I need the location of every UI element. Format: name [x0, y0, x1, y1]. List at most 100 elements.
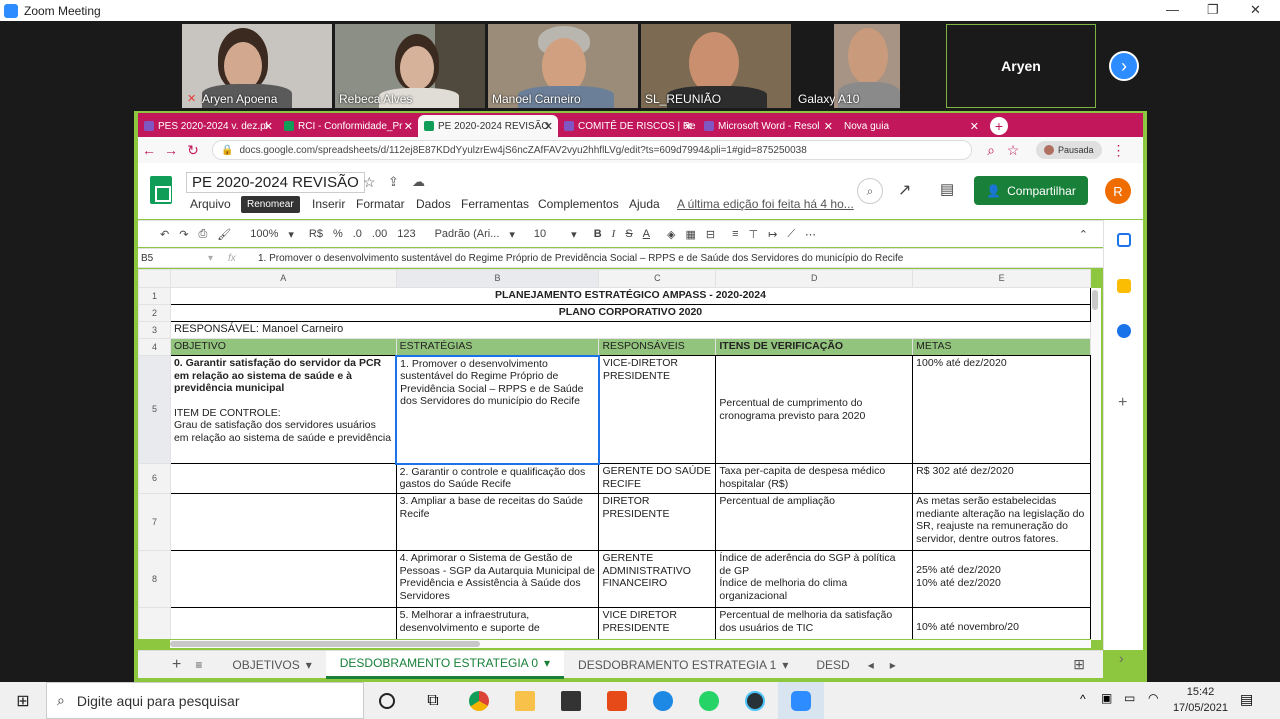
- zoom-taskbar-button[interactable]: [778, 682, 824, 719]
- close-tab-icon[interactable]: ✕: [404, 120, 413, 133]
- document-title[interactable]: PE 2020-2024 REVISÃO: [186, 172, 365, 193]
- cell[interactable]: [169, 550, 397, 608]
- percent-button[interactable]: %: [333, 228, 343, 240]
- cell[interactable]: VICE-DIRETOR PRESIDENTE: [598, 355, 717, 464]
- valign-top-icon[interactable]: ⊤: [749, 228, 759, 241]
- column-header[interactable]: B: [395, 269, 600, 288]
- sheet-tab[interactable]: DESDOBRAMENTO ESTRATEGIA 1 ▾: [564, 651, 802, 679]
- more-options-icon[interactable]: ⋯: [805, 228, 816, 241]
- user-avatar[interactable]: R: [1105, 178, 1131, 204]
- fill-color-icon[interactable]: ◈: [667, 228, 675, 241]
- plan-title-cell[interactable]: PLANO CORPORATIVO 2020: [169, 304, 1091, 322]
- close-tab-icon[interactable]: ✕: [684, 120, 693, 133]
- explore-icon[interactable]: ⊞: [1073, 656, 1085, 673]
- row-header[interactable]: 8: [138, 550, 171, 608]
- comments-icon[interactable]: ▤: [940, 180, 954, 198]
- task-view-button[interactable]: ⧉: [410, 682, 456, 719]
- add-addon-icon[interactable]: +: [1118, 394, 1127, 412]
- menu-ajuda[interactable]: Ajuda: [629, 197, 660, 211]
- row-header[interactable]: 7: [138, 493, 171, 551]
- cell[interactable]: 2. Garantir o controle e qualificação do…: [395, 463, 600, 494]
- menu-arquivo[interactable]: Arquivo: [190, 197, 231, 211]
- strikethrough-icon[interactable]: S: [625, 228, 632, 240]
- close-button[interactable]: ✕: [1250, 2, 1261, 18]
- menu-complementos[interactable]: Complementos: [538, 197, 619, 211]
- header-cell[interactable]: ESTRATÉGIAS: [395, 338, 600, 356]
- header-cell[interactable]: METAS: [912, 338, 1091, 356]
- keep-icon[interactable]: [1117, 279, 1131, 293]
- sheet-tab-active[interactable]: DESDOBRAMENTO ESTRATEGIA 0 ▾: [325, 650, 565, 679]
- wifi-icon[interactable]: ◠: [1148, 691, 1158, 705]
- cell[interactable]: 10% até novembro/20: [912, 607, 1091, 639]
- profile-button[interactable]: Pausada: [1036, 141, 1102, 159]
- cell[interactable]: [169, 607, 397, 639]
- header-cell[interactable]: ITENS DE VERIFICAÇÃO: [715, 338, 914, 356]
- wrap-text-icon[interactable]: ↦: [768, 228, 777, 241]
- participant-tile[interactable]: Rebeca Alves: [335, 24, 485, 108]
- sheet-tab[interactable]: DESD: [802, 651, 853, 679]
- horizontal-scrollbar[interactable]: [170, 640, 1091, 648]
- bold-icon[interactable]: B: [594, 228, 602, 240]
- font-size-select[interactable]: 10: [534, 228, 546, 240]
- collapse-icon[interactable]: ⌃: [1079, 228, 1088, 241]
- more-formats-button[interactable]: 123: [397, 228, 415, 240]
- menu-formatar[interactable]: Formatar: [356, 197, 405, 211]
- text-rotation-icon[interactable]: ⟋: [787, 228, 795, 241]
- menu-dados[interactable]: Dados: [416, 197, 451, 211]
- font-select[interactable]: Padrão (Ari...: [435, 228, 500, 240]
- url-input[interactable]: 🔒 docs.google.com/spreadsheets/d/112ej8E…: [212, 140, 972, 160]
- increase-decimal-button[interactable]: .00: [372, 228, 387, 240]
- sheet-tab[interactable]: OBJETIVOS ▾: [218, 651, 325, 679]
- browser-tab[interactable]: Nova guia ✕: [838, 115, 984, 137]
- activity-trend-icon[interactable]: ↗: [898, 180, 911, 200]
- cell[interactable]: [169, 493, 397, 551]
- cell[interactable]: VICE DIRETOR PRESIDENTE: [598, 607, 717, 639]
- share-button[interactable]: 👤 Compartilhar: [974, 176, 1088, 205]
- reload-icon[interactable]: ↻: [182, 142, 204, 159]
- close-tab-icon[interactable]: ✕: [970, 120, 979, 133]
- cell[interactable]: Percentual de cumprimento do cronograma …: [715, 355, 914, 464]
- column-header[interactable]: A: [169, 269, 397, 288]
- next-page-button[interactable]: ›: [1109, 51, 1139, 81]
- star-icon[interactable]: ☆: [363, 174, 376, 191]
- row-header[interactable]: 2: [138, 304, 171, 322]
- close-tab-icon[interactable]: ✕: [544, 120, 553, 133]
- all-sheets-icon[interactable]: ≡: [195, 658, 202, 672]
- currency-button[interactable]: R$: [309, 228, 323, 240]
- add-sheet-icon[interactable]: +: [172, 656, 181, 674]
- zoom-select[interactable]: 100%: [250, 228, 278, 240]
- paint-format-icon[interactable]: 🖌: [217, 228, 231, 241]
- select-all-corner[interactable]: [138, 269, 171, 288]
- column-header[interactable]: D: [715, 269, 914, 288]
- browser-tab-active[interactable]: PE 2020-2024 REVISÃO ✕: [418, 115, 558, 137]
- sheet-title-cell[interactable]: PLANEJAMENTO ESTRATÉGICO AMPASS - 2020-2…: [169, 287, 1091, 305]
- cell[interactable]: GERENTE ADMINISTRATIVO FINANCEIRO: [598, 550, 717, 608]
- restore-button[interactable]: ❐: [1207, 2, 1219, 18]
- cell[interactable]: 100% até dez/2020: [912, 355, 1091, 464]
- menu-inserir[interactable]: Inserir: [312, 197, 345, 211]
- name-box[interactable]: B5: [138, 253, 208, 264]
- cell[interactable]: 25% até dez/2020 10% até dez/2020: [912, 550, 1091, 608]
- browser-tab[interactable]: COMITÊ DE RISCOS | Re ✕: [558, 115, 698, 137]
- print-icon[interactable]: ⎙: [198, 228, 207, 241]
- header-cell[interactable]: OBJETIVO: [169, 338, 397, 356]
- row-header[interactable]: 6: [138, 463, 171, 494]
- participant-tile[interactable]: Galaxy A10: [794, 24, 900, 108]
- start-button[interactable]: ⊞: [0, 682, 46, 719]
- cell[interactable]: 3. Ampliar a base de receitas do Saúde R…: [395, 493, 600, 551]
- new-tab-button[interactable]: +: [990, 117, 1008, 135]
- row-header[interactable]: 5: [138, 355, 171, 464]
- calendar-icon[interactable]: [1117, 233, 1131, 247]
- edge-taskbar-button[interactable]: [640, 682, 686, 719]
- cortana-button[interactable]: [364, 682, 410, 719]
- menu-ferramentas[interactable]: Ferramentas: [461, 197, 529, 211]
- back-icon[interactable]: ←: [138, 142, 160, 158]
- cell[interactable]: 5. Melhorar a infraestrutura, desenvolvi…: [395, 607, 600, 639]
- meet-icon[interactable]: ⌕: [857, 178, 883, 204]
- row-header[interactable]: 1: [138, 287, 171, 305]
- row-header[interactable]: [138, 607, 171, 639]
- participant-tile[interactable]: Manoel Carneiro: [488, 24, 638, 108]
- italic-icon[interactable]: I: [612, 228, 616, 240]
- borders-icon[interactable]: ▦: [685, 228, 695, 241]
- cell[interactable]: 4. Aprimorar o Sistema de Gestão de Pess…: [395, 550, 600, 608]
